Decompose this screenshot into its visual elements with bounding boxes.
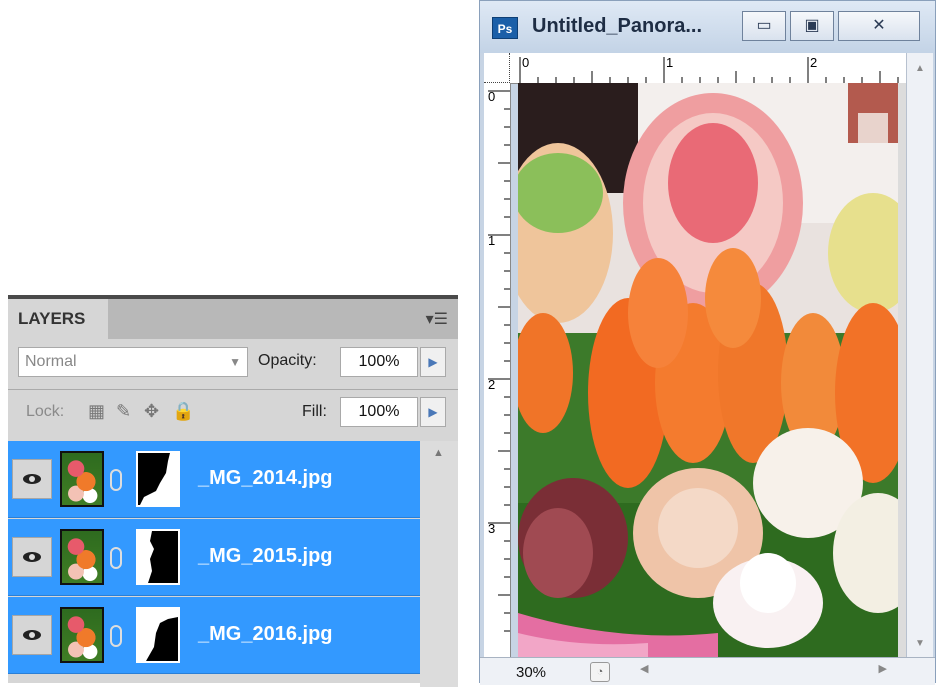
fill-input[interactable]: 100%	[340, 397, 418, 427]
fill-label: Fill:	[302, 403, 327, 420]
layer-thumbnail[interactable]	[60, 607, 104, 663]
ruler-label: 0	[488, 89, 496, 104]
layer-name[interactable]: _MG_2014.jpg	[198, 467, 333, 490]
lock-transparent-pixels-icon[interactable]: ▦	[88, 401, 105, 422]
divider	[8, 389, 458, 390]
close-icon: ✕	[872, 17, 886, 34]
document-window: Ps Untitled_Panora... ▭ ▣ ✕ 0 1 2 0 1 2 …	[479, 0, 936, 685]
ruler-label: 2	[810, 55, 818, 70]
status-bar: 30% ◔ ◀ ▶	[480, 657, 935, 685]
tab-layers[interactable]: LAYERS	[8, 299, 108, 339]
scroll-up-icon[interactable]: ▲	[433, 447, 444, 459]
horizontal-ruler[interactable]: 0 1 2	[510, 53, 906, 84]
maximize-icon: ▣	[804, 17, 820, 34]
scroll-right-icon[interactable]: ▶	[879, 662, 887, 675]
scroll-up-icon[interactable]: ▲	[915, 63, 925, 74]
panorama-photo	[518, 83, 906, 657]
opacity-slider-arrow-icon[interactable]: ▶	[420, 347, 446, 377]
blend-mode-value: Normal	[25, 353, 77, 370]
link-chain-icon[interactable]	[110, 469, 122, 491]
lock-label: Lock:	[26, 403, 65, 420]
layer-mask-thumbnail[interactable]	[136, 451, 180, 507]
layer-thumbnail[interactable]	[60, 451, 104, 507]
link-chain-icon[interactable]	[110, 547, 122, 569]
visibility-eye-icon[interactable]	[12, 615, 52, 655]
fill-slider-arrow-icon[interactable]: ▶	[420, 397, 446, 427]
document-title: Untitled_Panora...	[532, 15, 703, 37]
vertical-ruler[interactable]: 0 1 2 3	[484, 83, 511, 657]
panel-menu-icon[interactable]: ▾☰	[426, 309, 448, 329]
layer-row[interactable]: _MG_2015.jpg	[8, 519, 420, 596]
scroll-left-icon[interactable]: ◀	[640, 662, 648, 675]
maximize-button[interactable]: ▣	[790, 11, 834, 41]
ruler-origin[interactable]	[484, 53, 510, 83]
blend-opacity-row: Normal ▼ Opacity: 100% ▶	[8, 347, 458, 383]
link-chain-icon[interactable]	[110, 625, 122, 647]
ruler-label: 0	[522, 55, 530, 70]
lock-all-icon[interactable]: 🔒	[172, 401, 194, 422]
layer-mask-thumbnail[interactable]	[136, 607, 180, 663]
ruler-label: 2	[488, 377, 496, 392]
lock-position-icon[interactable]: ✥	[144, 401, 159, 422]
layer-row[interactable]: _MG_2016.jpg	[8, 597, 420, 674]
panel-tab-bar: LAYERS ▾☰	[8, 299, 458, 339]
zoom-level[interactable]: 30%	[516, 664, 546, 681]
ruler-label: 1	[488, 233, 496, 248]
chevron-down-icon: ▼	[229, 355, 241, 369]
layer-list-scrollbar[interactable]: ▲	[420, 441, 458, 687]
document-titlebar[interactable]: Ps Untitled_Panora... ▭ ▣ ✕	[480, 1, 935, 53]
opacity-input[interactable]: 100%	[340, 347, 418, 377]
layer-name[interactable]: _MG_2016.jpg	[198, 623, 333, 646]
scroll-down-icon[interactable]: ▼	[915, 638, 925, 649]
lock-fill-row: Lock: ▦ ✎ ✥ 🔒 Fill: 100% ▶	[8, 397, 458, 433]
visibility-eye-icon[interactable]	[12, 537, 52, 577]
layer-name[interactable]: _MG_2015.jpg	[198, 545, 333, 568]
ruler-label: 1	[666, 55, 674, 70]
vertical-scrollbar[interactable]: ▲ ▼	[906, 53, 933, 657]
minimize-icon: ▭	[756, 17, 772, 34]
layer-thumbnail[interactable]	[60, 529, 104, 585]
lock-image-pixels-icon[interactable]: ✎	[116, 401, 131, 422]
ruler-label: 3	[488, 521, 496, 536]
opacity-label: Opacity:	[258, 352, 317, 369]
visibility-eye-icon[interactable]	[12, 459, 52, 499]
image-canvas[interactable]	[518, 83, 906, 657]
close-button[interactable]: ✕	[838, 11, 920, 41]
status-info-icon[interactable]: ◔	[590, 662, 610, 682]
layer-mask-thumbnail[interactable]	[136, 529, 180, 585]
blend-mode-select[interactable]: Normal ▼	[18, 347, 248, 377]
layer-row[interactable]: _MG_2014.jpg	[8, 441, 420, 518]
minimize-button[interactable]: ▭	[742, 11, 786, 41]
layers-panel: LAYERS ▾☰ Normal ▼ Opacity: 100% ▶ Lock:…	[8, 295, 458, 687]
photoshop-app-icon: Ps	[492, 17, 518, 39]
layer-list: _MG_2014.jpg _MG_2015.jpg _MG_2016.jpg	[8, 441, 420, 681]
